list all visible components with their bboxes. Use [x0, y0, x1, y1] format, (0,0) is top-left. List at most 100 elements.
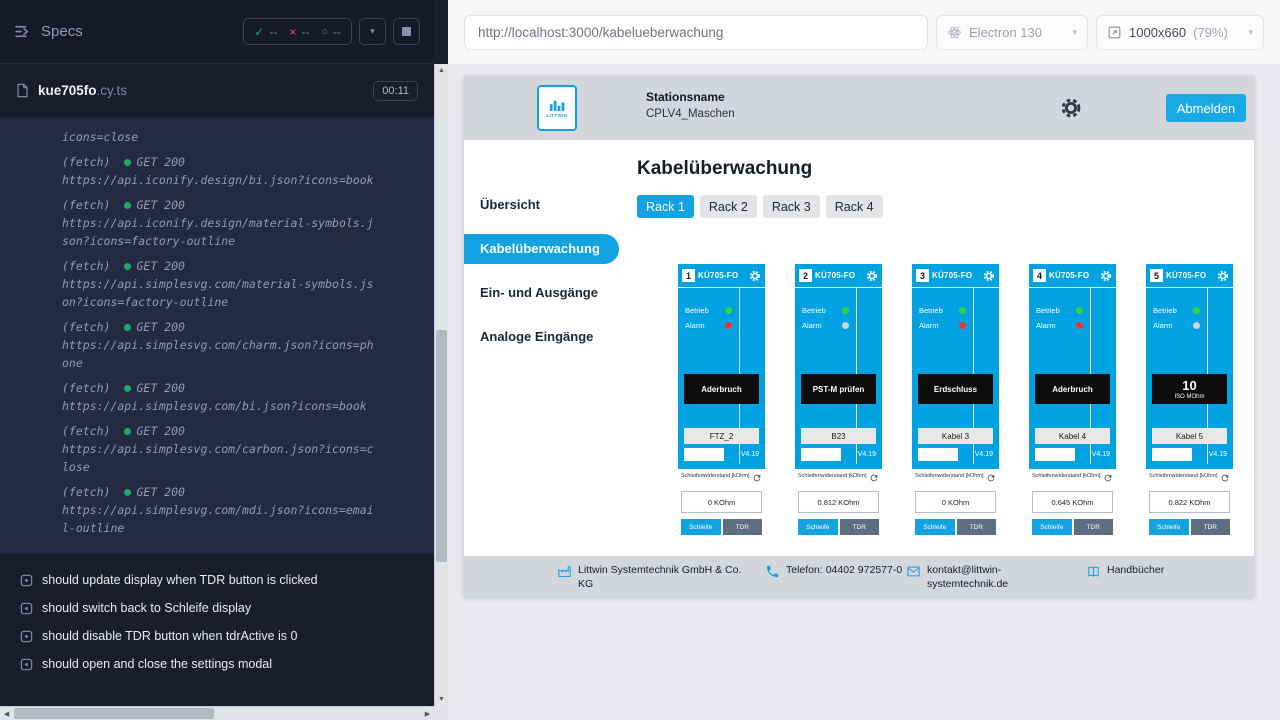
log-entry[interactable]: https://api.simplesvg.com/charm.json?ico… — [62, 336, 378, 372]
horizontal-scroll-thumb[interactable] — [14, 708, 214, 719]
sidebar-item-kabelueberwachung[interactable]: Kabelüberwachung — [464, 234, 619, 264]
fetch-log-line[interactable]: (fetch)GET 200 — [62, 257, 378, 275]
refresh-icon[interactable] — [869, 473, 879, 483]
log-entry[interactable]: (fetch)GET 200 — [62, 422, 378, 440]
fetch-log-line[interactable]: (fetch)GET 200 — [62, 318, 378, 336]
aux-input-field[interactable] — [801, 448, 841, 461]
log-entry[interactable]: icons=close — [62, 128, 378, 146]
refresh-icon[interactable] — [1103, 473, 1113, 483]
station-info: Stationsname CPLV4_Maschen — [646, 90, 735, 120]
mode-buttons: Schleife TDR — [1149, 519, 1230, 535]
refresh-icon[interactable] — [752, 473, 762, 483]
cable-name-field[interactable]: Kabel 4 — [1035, 428, 1110, 444]
cable-name-field[interactable]: FTZ_2 — [684, 428, 759, 444]
cable-name-field[interactable]: B23 — [801, 428, 876, 444]
card-settings-gear-icon[interactable] — [1217, 270, 1229, 282]
request-url: https://api.simplesvg.com/carbon.json?ic… — [62, 440, 378, 476]
url-input[interactable] — [464, 15, 928, 50]
settings-gear-icon[interactable] — [1060, 97, 1082, 119]
phone-icon — [765, 564, 780, 579]
tdr-button[interactable]: TDR — [957, 519, 997, 535]
measurement-label: Schleifenwiderstand [kOhm] — [1032, 473, 1100, 480]
horizontal-scrollbar[interactable]: ◀ ▶ — [0, 706, 434, 720]
aux-input-field[interactable] — [1152, 448, 1192, 461]
stop-button[interactable] — [393, 18, 420, 45]
log-entry[interactable]: https://api.iconify.design/material-symb… — [62, 214, 378, 250]
test-item[interactable]: should open and close the settings modal — [10, 650, 424, 678]
footer-company[interactable]: Littwin Systemtechnik GmbH & Co. KG — [557, 563, 746, 591]
log-entry[interactable]: (fetch)GET 200 — [62, 483, 378, 501]
sidebar-item-ein-und-ausgaenge[interactable]: Ein- und Ausgänge — [464, 278, 619, 308]
schleife-button[interactable]: Schleife — [798, 519, 838, 535]
specs-title[interactable]: Specs — [41, 23, 83, 40]
tdr-button[interactable]: TDR — [1074, 519, 1114, 535]
logo-text: LITTWIN — [546, 113, 567, 118]
schleife-button[interactable]: Schleife — [681, 519, 721, 535]
log-entry[interactable]: https://api.simplesvg.com/bi.json?icons=… — [62, 397, 378, 415]
collapse-chevron-button[interactable]: ▾ — [359, 18, 386, 45]
log-entry[interactable]: (fetch)GET 200 — [62, 318, 378, 336]
vertical-scroll-thumb[interactable] — [436, 330, 447, 562]
stat-pending-count: -- — [333, 25, 341, 39]
fetch-label: (fetch) — [62, 198, 110, 212]
tab-rack-2[interactable]: Rack 2 — [700, 195, 757, 218]
specs-menu-icon[interactable] — [14, 23, 31, 40]
tdr-button[interactable]: TDR — [723, 519, 763, 535]
fetch-log-line[interactable]: (fetch)GET 200 — [62, 196, 378, 214]
viewport-size-select[interactable]: 1000x660 (79%) ▾ — [1096, 15, 1264, 50]
aux-input-field[interactable] — [684, 448, 724, 461]
footer-phone[interactable]: Telefon: 04402 972577-0 — [765, 563, 904, 579]
card-settings-gear-icon[interactable] — [983, 270, 995, 282]
viewport-scale-icon — [1107, 25, 1122, 40]
stat-passed-count: -- — [269, 25, 277, 39]
card-settings-gear-icon[interactable] — [1100, 270, 1112, 282]
log-entry[interactable]: https://api.iconify.design/bi.json?icons… — [62, 171, 378, 189]
refresh-icon[interactable] — [1220, 473, 1230, 483]
footer-manuals[interactable]: Handbücher — [1086, 563, 1164, 579]
browser-select[interactable]: Electron 130 ▾ — [936, 15, 1088, 50]
log-entry[interactable]: https://api.simplesvg.com/mdi.json?icons… — [62, 501, 378, 537]
fetch-log-line[interactable]: (fetch)GET 200 — [62, 422, 378, 440]
card-settings-gear-icon[interactable] — [866, 270, 878, 282]
tab-rack-4[interactable]: Rack 4 — [826, 195, 883, 218]
aux-input-field[interactable] — [918, 448, 958, 461]
test-item[interactable]: should update display when TDR button is… — [10, 566, 424, 594]
status-display: 10 ISO MOhm — [1152, 374, 1227, 404]
refresh-icon[interactable] — [986, 473, 996, 483]
card-number-badge: 4 — [1033, 269, 1046, 282]
station-name: CPLV4_Maschen — [646, 108, 735, 120]
footer-email[interactable]: kontakt@littwin-systemtechnik.de — [906, 563, 1023, 591]
abmelden-button[interactable]: Abmelden — [1166, 94, 1246, 122]
tab-rack-3[interactable]: Rack 3 — [763, 195, 820, 218]
fetch-log-line[interactable]: (fetch)GET 200 — [62, 153, 378, 171]
log-entry[interactable]: https://api.simplesvg.com/carbon.json?ic… — [62, 440, 378, 476]
tdr-button[interactable]: TDR — [840, 519, 880, 535]
log-entry[interactable]: (fetch)GET 200 — [62, 379, 378, 397]
scroll-right-arrow[interactable]: ▶ — [421, 707, 434, 720]
sidebar-item-uebersicht[interactable]: Übersicht — [464, 190, 619, 220]
test-item[interactable]: should switch back to Schleife display — [10, 594, 424, 622]
schleife-button[interactable]: Schleife — [1032, 519, 1072, 535]
viewport-size: 1000x660 — [1129, 25, 1186, 40]
fetch-log-line[interactable]: (fetch)GET 200 — [62, 483, 378, 501]
tdr-button[interactable]: TDR — [1191, 519, 1231, 535]
cable-name-field[interactable]: Kabel 5 — [1152, 428, 1227, 444]
log-entry[interactable]: (fetch)GET 200 — [62, 257, 378, 275]
fetch-log-line[interactable]: (fetch)GET 200 — [62, 379, 378, 397]
tab-rack-1[interactable]: Rack 1 — [637, 195, 694, 218]
vertical-scrollbar[interactable]: ▲ ▼ — [434, 64, 448, 706]
log-entry[interactable]: (fetch)GET 200 — [62, 153, 378, 171]
schleife-button[interactable]: Schleife — [915, 519, 955, 535]
schleife-button[interactable]: Schleife — [1149, 519, 1189, 535]
scroll-down-arrow[interactable]: ▼ — [435, 693, 448, 706]
log-entry[interactable]: (fetch)GET 200 — [62, 196, 378, 214]
card-settings-gear-icon[interactable] — [749, 270, 761, 282]
measurement-panel: Schleifenwiderstand [kOhm] 0 KOhm Schlei… — [912, 469, 999, 556]
cable-name-field[interactable]: Kabel 3 — [918, 428, 993, 444]
scroll-up-arrow[interactable]: ▲ — [435, 64, 448, 77]
aux-input-field[interactable] — [1035, 448, 1075, 461]
test-item[interactable]: should disable TDR button when tdrActive… — [10, 622, 424, 650]
sidebar-item-analoge-eingaenge[interactable]: Analoge Eingänge — [464, 322, 619, 352]
log-entry[interactable]: https://api.simplesvg.com/material-symbo… — [62, 275, 378, 311]
scroll-left-arrow[interactable]: ◀ — [0, 707, 13, 720]
